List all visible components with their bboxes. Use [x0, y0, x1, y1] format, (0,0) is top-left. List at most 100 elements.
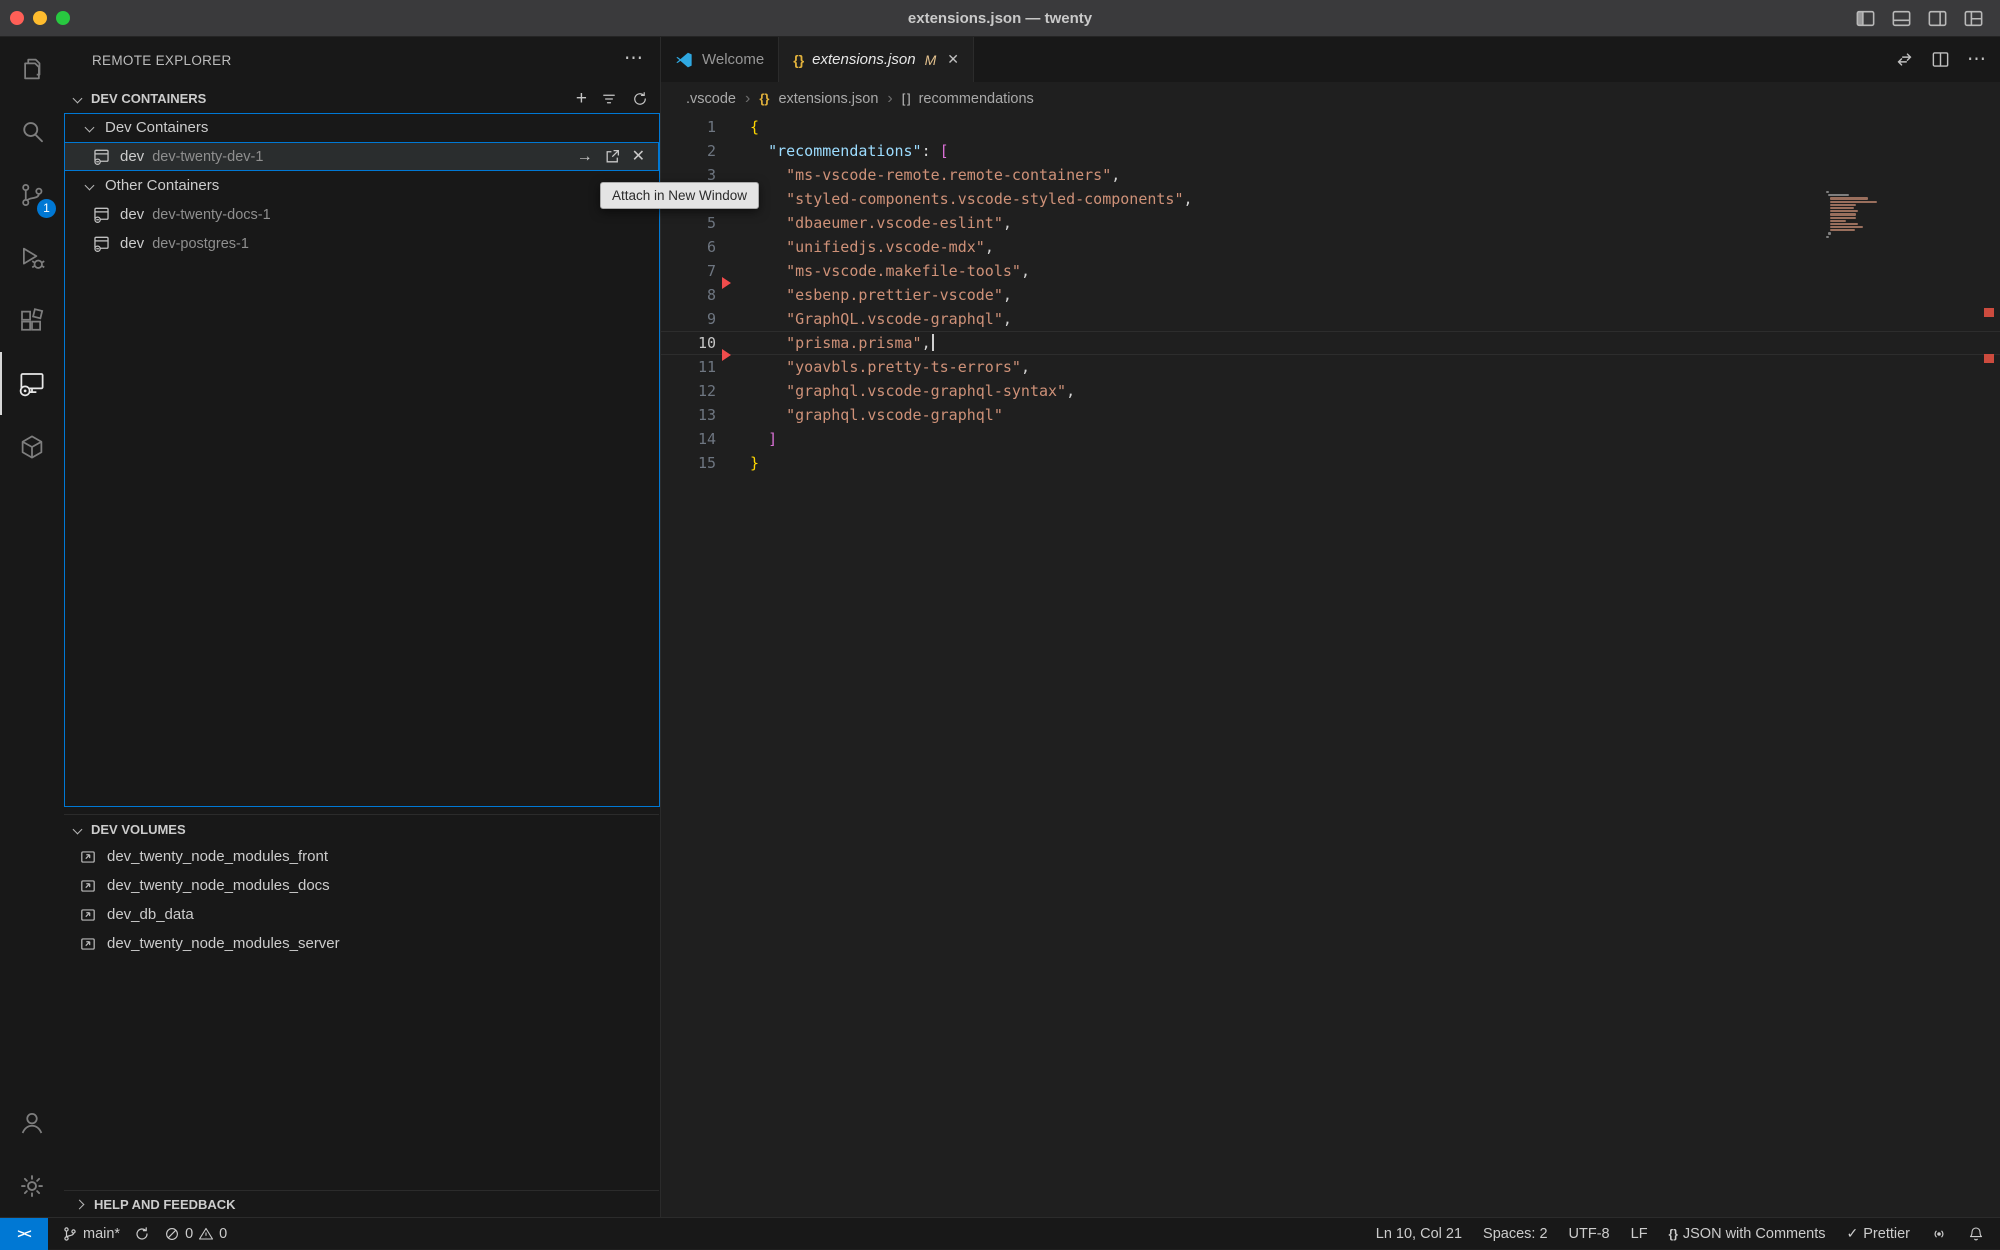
search-icon[interactable] — [0, 100, 64, 163]
formatter-status[interactable]: ✓ Prettier — [1847, 1225, 1910, 1242]
code-line-13[interactable]: 13 "graphql.vscode-graphql" — [661, 403, 2000, 427]
line-number[interactable]: 12 — [661, 379, 716, 403]
code-line-12[interactable]: 12 "graphql.vscode-graphql-syntax", — [661, 379, 2000, 403]
breadcrumb-folder[interactable]: .vscode — [686, 91, 736, 107]
close-tab-icon[interactable]: ✕ — [947, 51, 959, 68]
stop-container-icon[interactable]: ✕ — [632, 149, 645, 165]
code-line-3[interactable]: 3 "ms-vscode-remote.remote-containers", — [661, 163, 2000, 187]
breadcrumb-symbol[interactable]: recommendations — [919, 91, 1034, 107]
line-number[interactable]: 11 — [661, 355, 716, 379]
remote-indicator[interactable]: >< — [0, 1218, 48, 1250]
run-and-debug-icon[interactable] — [0, 226, 64, 289]
container-description: dev-twenty-dev-1 — [152, 149, 263, 165]
problems-status[interactable]: 0 0 — [164, 1226, 227, 1242]
accounts-icon[interactable] — [0, 1091, 64, 1154]
code-editor[interactable]: 1{2 "recommendations": [3 "ms-vscode-rem… — [661, 115, 2000, 1217]
sync-changes-button[interactable] — [134, 1226, 150, 1242]
section-help-and-feedback[interactable]: HELP AND FEEDBACK — [64, 1190, 659, 1217]
toggle-secondary-sidebar-icon[interactable] — [1927, 8, 1948, 29]
json-file-icon: {} — [759, 91, 769, 106]
volume-item[interactable]: dev_twenty_node_modules_docs — [64, 871, 659, 900]
line-number[interactable]: 7 — [661, 259, 716, 283]
code-line-8[interactable]: 8 "esbenp.prettier-vscode", — [661, 283, 2000, 307]
volume-item[interactable]: dev_db_data — [64, 900, 659, 929]
code-text: "graphql.vscode-graphql" — [750, 403, 1003, 427]
line-number[interactable]: 13 — [661, 403, 716, 427]
tab-bar: Welcome {} extensions.json M ✕ — [661, 37, 2000, 82]
breadcrumb-file[interactable]: extensions.json — [778, 91, 878, 107]
code-line-9[interactable]: 9 "GraphQL.vscode-graphql", — [661, 307, 2000, 331]
container-description: dev-twenty-docs-1 — [152, 207, 270, 223]
attach-new-window-icon[interactable] — [604, 148, 621, 165]
line-number[interactable]: 10 — [661, 331, 716, 355]
tree-item-dev-twenty-docs-1[interactable]: dev dev-twenty-docs-1 — [64, 200, 659, 229]
line-number[interactable]: 15 — [661, 451, 716, 475]
eol-setting[interactable]: LF — [1631, 1226, 1648, 1242]
toggle-primary-sidebar-icon[interactable] — [1855, 8, 1876, 29]
notifications-bell-icon[interactable] — [1968, 1226, 1984, 1242]
section-dev-volumes[interactable]: DEV VOLUMES — [64, 814, 659, 843]
container-icon — [92, 147, 111, 166]
tab-extensions-json[interactable]: {} extensions.json M ✕ — [779, 37, 974, 82]
minimap[interactable] — [1826, 191, 1892, 239]
volume-icon — [79, 877, 97, 895]
git-branch-icon — [62, 1226, 78, 1242]
breadcrumb: .vscode › {} extensions.json › [ ] recom… — [661, 82, 2000, 115]
code-line-11[interactable]: 11 "yoavbls.pretty-ts-errors", — [661, 355, 2000, 379]
settings-gear-icon[interactable] — [0, 1154, 64, 1217]
line-number[interactable]: 8 — [661, 283, 716, 307]
tree-group-dev-containers[interactable]: Dev Containers — [64, 113, 659, 142]
line-number[interactable]: 9 — [661, 307, 716, 331]
code-line-5[interactable]: 5 "dbaeumer.vscode-eslint", — [661, 211, 2000, 235]
explorer-icon[interactable] — [0, 37, 64, 100]
chevron-down-icon — [73, 94, 83, 104]
source-control-icon[interactable]: 1 — [0, 163, 64, 226]
volume-item[interactable]: dev_twenty_node_modules_server — [64, 929, 659, 958]
line-number[interactable]: 1 — [661, 115, 716, 139]
tree-item-dev-postgres-1[interactable]: dev dev-postgres-1 — [64, 229, 659, 258]
code-line-4[interactable]: 4 "styled-components.vscode-styled-compo… — [661, 187, 2000, 211]
split-editor-icon[interactable] — [1931, 50, 1950, 69]
filter-icon[interactable] — [600, 90, 618, 108]
code-line-2[interactable]: 2 "recommendations": [ — [661, 139, 2000, 163]
dev-containers-icon[interactable] — [0, 415, 64, 478]
volume-item[interactable]: dev_twenty_node_modules_front — [64, 842, 659, 871]
cursor-position[interactable]: Ln 10, Col 21 — [1376, 1226, 1462, 1242]
code-line-1[interactable]: 1{ — [661, 115, 2000, 139]
more-actions-icon[interactable]: ⋯ — [1967, 48, 1986, 71]
volume-label: dev_twenty_node_modules_server — [107, 935, 340, 952]
line-number[interactable]: 2 — [661, 139, 716, 163]
code-line-10[interactable]: 10 "prisma.prisma", — [661, 331, 2000, 355]
attach-container-icon[interactable]: → — [577, 149, 593, 165]
code-line-7[interactable]: 7 "ms-vscode.makefile-tools", — [661, 259, 2000, 283]
tree-item-dev-twenty-dev-1[interactable]: dev dev-twenty-dev-1 → ✕ — [64, 142, 659, 171]
language-mode[interactable]: {} JSON with Comments — [1669, 1226, 1826, 1242]
code-line-15[interactable]: 15} — [661, 451, 2000, 475]
remote-explorer-icon[interactable] — [0, 352, 64, 415]
code-text: "unifiedjs.vscode-mdx", — [750, 235, 994, 259]
broadcast-icon[interactable] — [1931, 1226, 1947, 1242]
encoding-setting[interactable]: UTF-8 — [1569, 1226, 1610, 1242]
extensions-icon[interactable] — [0, 289, 64, 352]
refresh-icon[interactable] — [631, 90, 649, 108]
open-changes-icon[interactable] — [1895, 50, 1914, 69]
git-branch-status[interactable]: main* — [62, 1226, 120, 1242]
section-dev-containers[interactable]: DEV CONTAINERS + — [64, 84, 659, 113]
chevron-right-icon: › — [745, 90, 750, 108]
overview-ruler-mark — [1984, 354, 1994, 363]
new-dev-container-icon[interactable]: + — [576, 90, 587, 108]
customize-layout-icon[interactable] — [1963, 8, 1984, 29]
code-line-6[interactable]: 6 "unifiedjs.vscode-mdx", — [661, 235, 2000, 259]
sync-icon — [134, 1226, 150, 1242]
tree-group-other-containers[interactable]: Other Containers — [64, 171, 659, 200]
more-actions-icon[interactable]: ⋯ — [624, 37, 643, 81]
line-number[interactable]: 6 — [661, 235, 716, 259]
indentation-setting[interactable]: Spaces: 2 — [1483, 1226, 1548, 1242]
code-line-14[interactable]: 14 ] — [661, 427, 2000, 451]
chevron-right-icon — [75, 1199, 85, 1209]
tab-welcome[interactable]: Welcome — [661, 37, 779, 82]
toggle-panel-icon[interactable] — [1891, 8, 1912, 29]
volume-icon — [79, 848, 97, 866]
line-number[interactable]: 5 — [661, 211, 716, 235]
line-number[interactable]: 14 — [661, 427, 716, 451]
